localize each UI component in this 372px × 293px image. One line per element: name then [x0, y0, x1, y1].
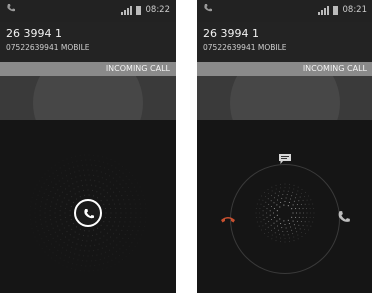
caller-name: 26 3994 1 [203, 27, 259, 40]
incoming-call-screen-idle: 08:22 26 3994 1 07522639941 MOBILE INCOM… [0, 0, 176, 293]
status-bar: 08:22 [0, 0, 176, 22]
phone-answer-icon[interactable] [337, 210, 351, 224]
caller-info: 26 3994 1 07522639941 MOBILE [0, 22, 176, 62]
incoming-call-label: INCOMING CALL [105, 64, 170, 73]
dot-pattern-decoration [255, 183, 315, 243]
caller-number: 07522639941 MOBILE [203, 43, 287, 52]
phone-hangup-icon[interactable] [220, 214, 236, 224]
caller-name: 26 3994 1 [6, 27, 62, 40]
signal-icon [120, 5, 132, 15]
contact-photo-area [0, 76, 176, 120]
caller-info: 26 3994 1 07522639941 MOBILE [197, 22, 372, 62]
status-bar: 08:21 [197, 0, 372, 22]
message-icon[interactable] [278, 153, 292, 165]
battery-icon [332, 5, 338, 15]
status-time: 08:21 [342, 5, 368, 15]
incoming-call-banner: INCOMING CALL [197, 62, 372, 76]
incoming-call-screen-active: 08:21 26 3994 1 07522639941 MOBILE INCOM… [197, 0, 372, 293]
call-notification-icon [204, 4, 212, 12]
answer-area [197, 120, 372, 293]
incoming-call-banner: INCOMING CALL [0, 62, 176, 76]
contact-photo-placeholder [33, 76, 143, 120]
phone-handset-icon [84, 209, 94, 219]
incoming-call-label: INCOMING CALL [302, 64, 367, 73]
signal-icon [317, 5, 329, 15]
status-time: 08:22 [145, 5, 171, 15]
status-indicators: 08:21 [317, 4, 368, 16]
contact-photo-area [197, 76, 372, 120]
caller-number: 07522639941 MOBILE [6, 43, 90, 52]
battery-icon [135, 5, 141, 15]
answer-area [0, 120, 176, 293]
status-indicators: 08:22 [120, 4, 171, 16]
call-notification-icon [7, 4, 15, 12]
contact-photo-placeholder [230, 76, 340, 120]
answer-handle-button[interactable] [74, 199, 102, 227]
